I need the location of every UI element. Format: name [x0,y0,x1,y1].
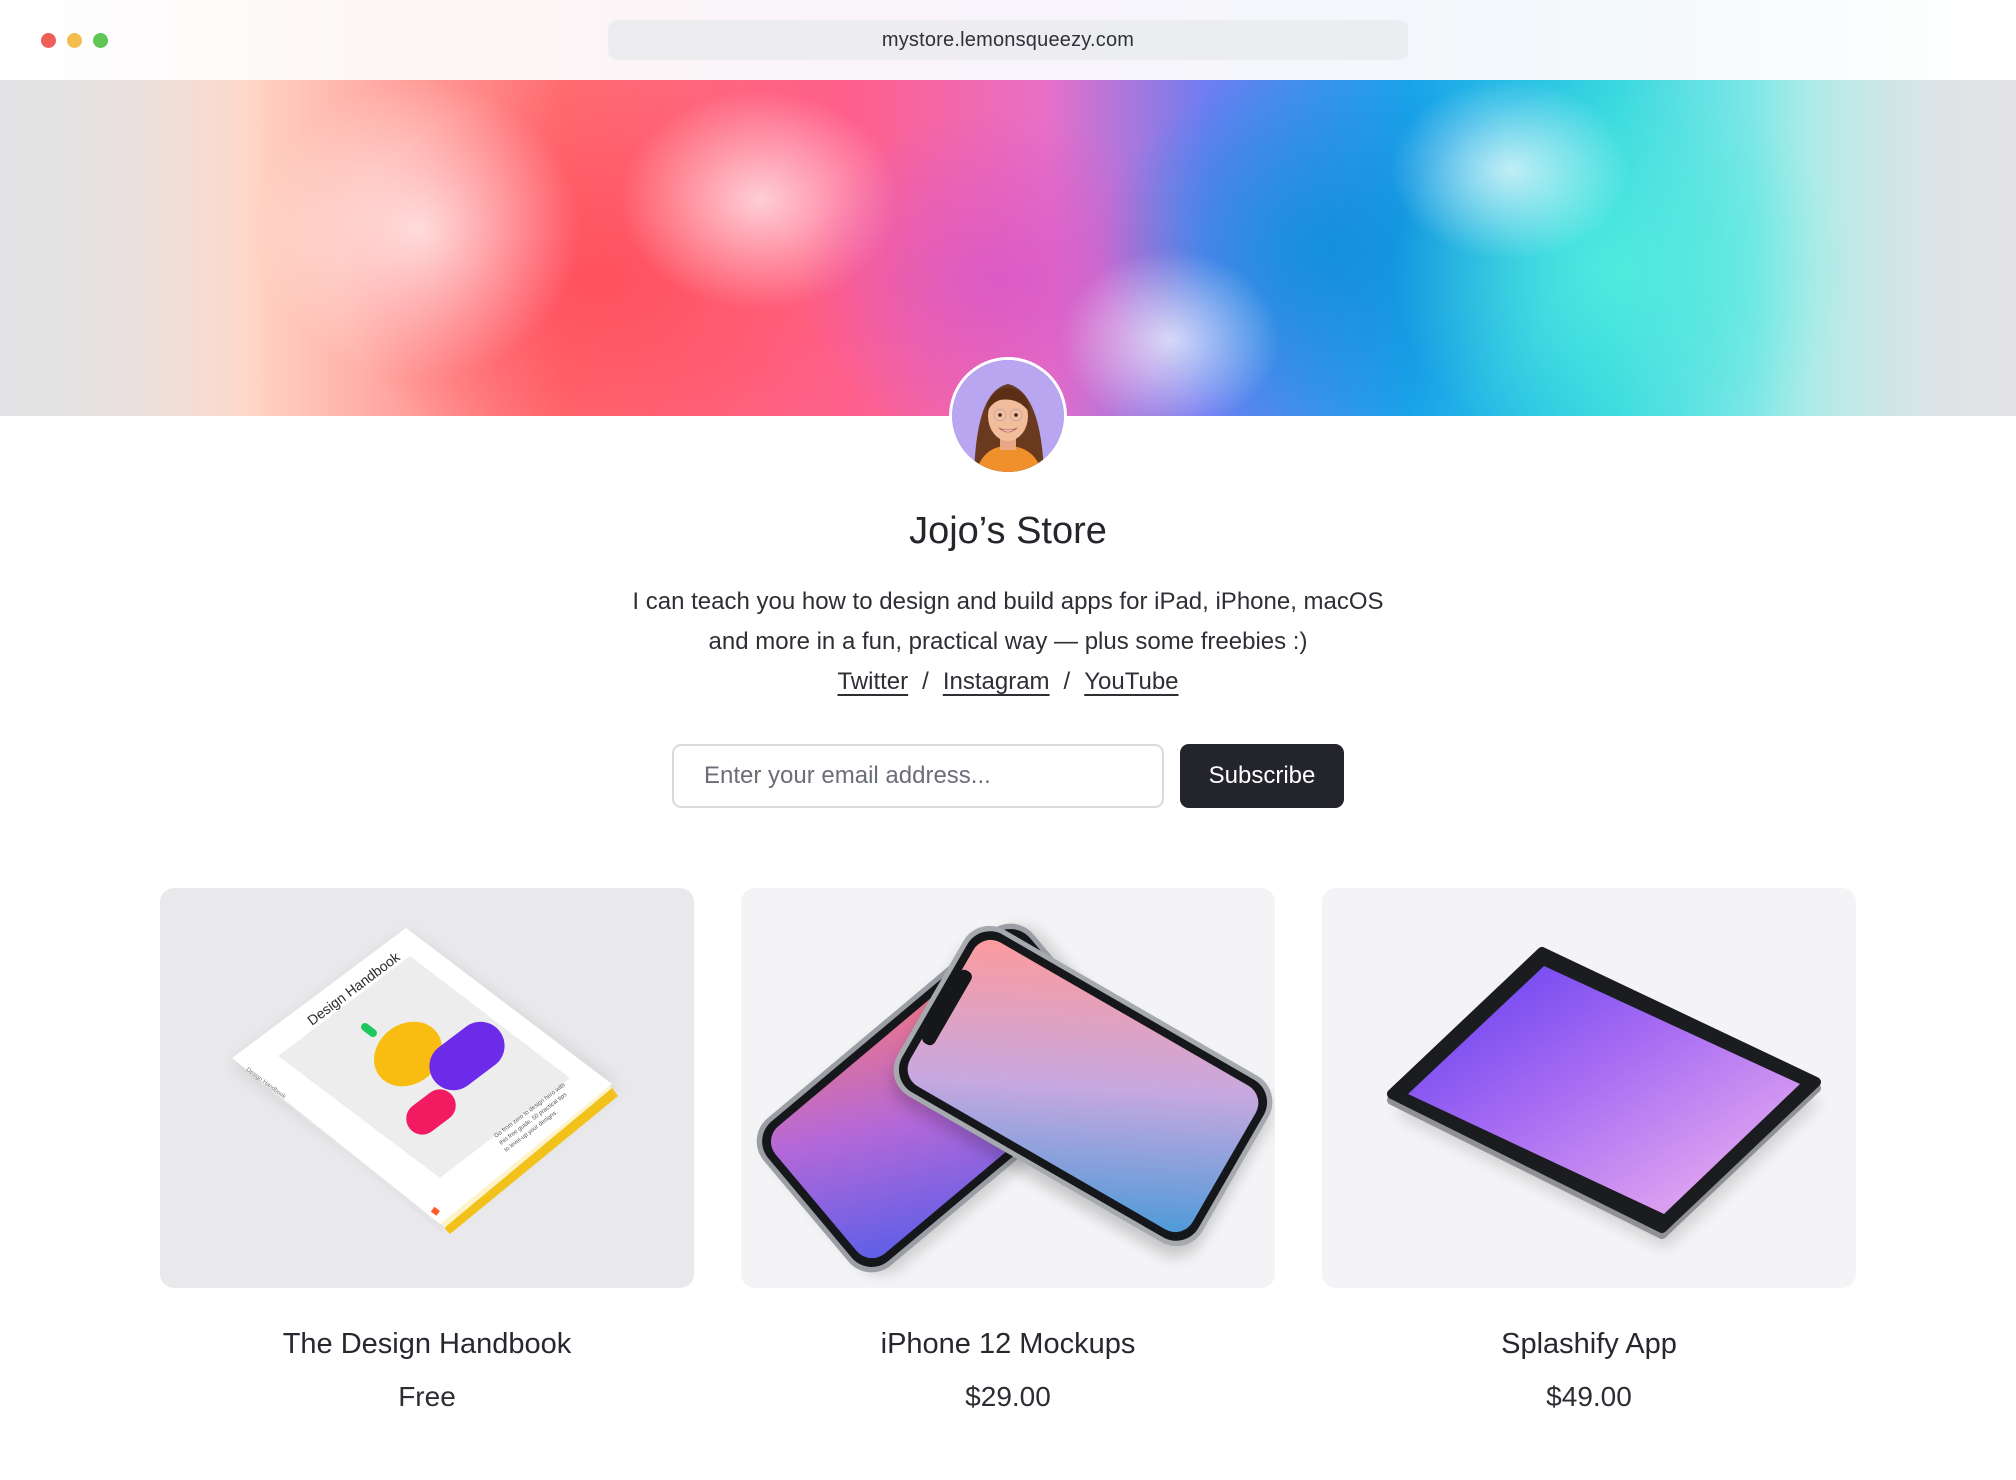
social-links: Twitter / Instagram / YouTube [0,668,2016,696]
store-bio-line-2: and more in a fun, practical way — plus … [708,628,1308,655]
ipad-mockup-illustration [1387,947,1821,1248]
link-separator: / [1063,668,1071,695]
maximize-window-button[interactable] [93,33,108,48]
product-price: $49.00 [1546,1381,1632,1412]
product-card-iphone-mockups[interactable]: iPhone 12 Mockups $29.00 [741,888,1275,1413]
minimize-window-button[interactable] [67,33,82,48]
product-name[interactable]: iPhone 12 Mockups [741,1328,1275,1361]
iphone-mockup-illustration [756,923,1273,1275]
store-title: Jojo’s Store [909,510,1107,552]
email-input[interactable] [672,744,1164,808]
product-name[interactable]: The Design Handbook [160,1328,694,1361]
link-separator: / [922,668,929,695]
product-card-design-handbook[interactable]: Design Handbook Go from zero to design h… [160,888,694,1413]
product-card-splashify-app[interactable]: Splashify App $49.00 [1322,888,1856,1413]
youtube-link[interactable]: YouTube [1084,668,1178,695]
avatar-portrait-illustration [952,360,1064,472]
store-avatar [952,360,1064,472]
product-name[interactable]: Splashify App [1322,1328,1856,1361]
product-price: Free [398,1381,456,1412]
product-image[interactable]: Design Handbook Go from zero to design h… [160,888,694,1288]
book-mockup-illustration: Design Handbook Go from zero to design h… [232,928,618,1234]
twitter-link[interactable]: Twitter [837,668,908,695]
address-bar-url: mystore.lemonsqueezy.com [881,28,1135,51]
instagram-link[interactable]: Instagram [943,668,1050,695]
product-price: $29.00 [965,1381,1051,1412]
close-window-button[interactable] [41,33,56,48]
browser-chrome: mystore.lemonsqueezy.com [0,0,2016,81]
store-bio-line-1: I can teach you how to design and build … [632,588,1384,615]
subscribe-button[interactable]: Subscribe [1180,744,1344,808]
product-image[interactable] [741,888,1275,1288]
product-image[interactable] [1322,888,1856,1288]
address-bar[interactable]: mystore.lemonsqueezy.com [608,20,1408,60]
